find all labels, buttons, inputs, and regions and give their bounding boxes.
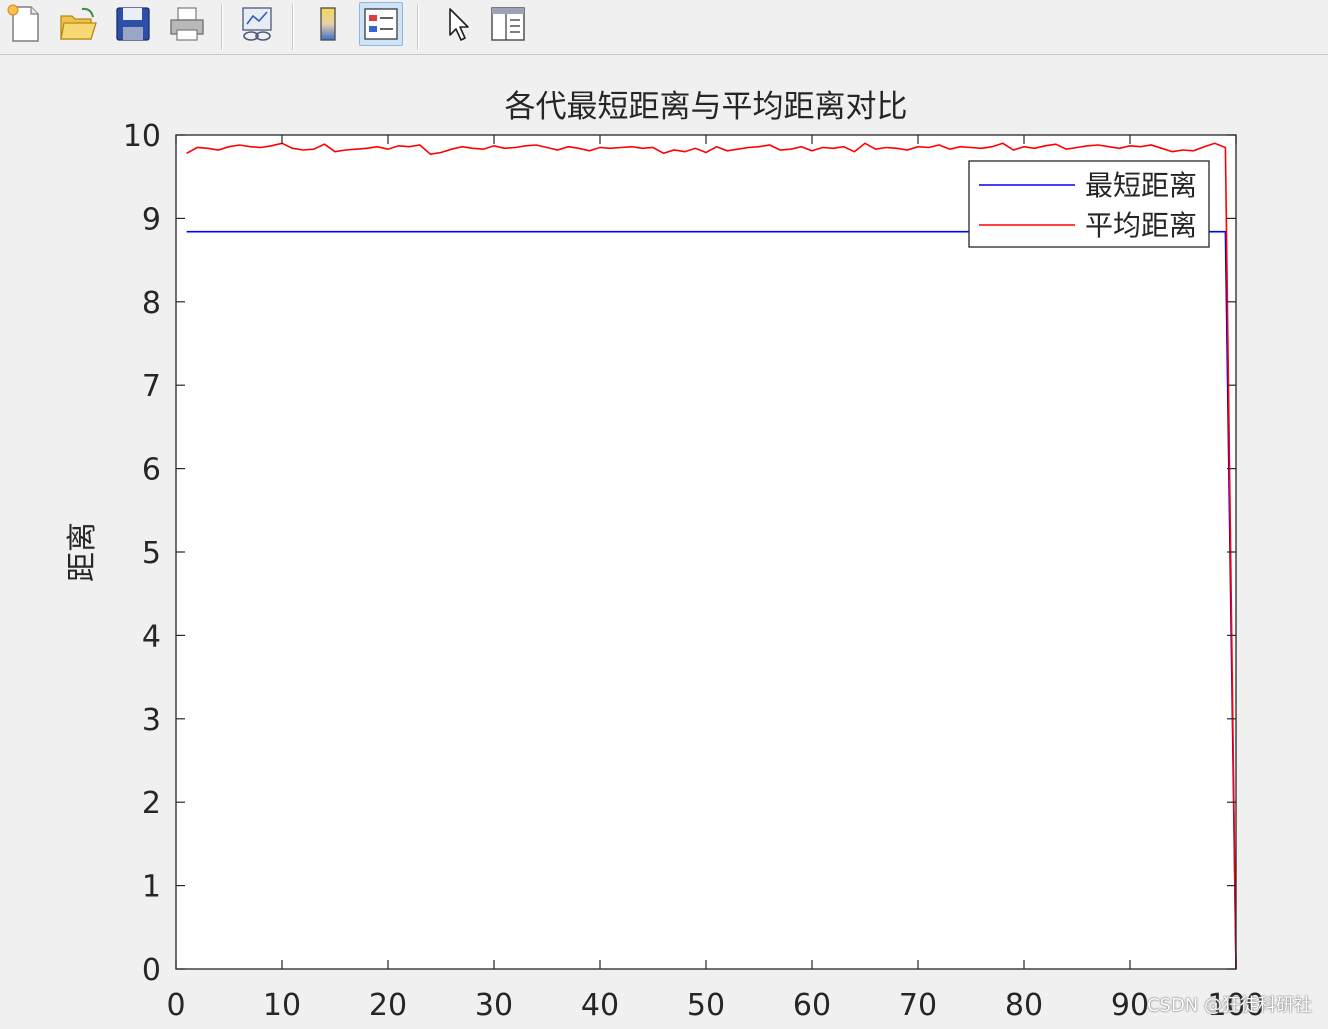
property-editor-button[interactable] xyxy=(486,2,530,46)
y-tick-label: 3 xyxy=(142,703,161,738)
property-editor-icon xyxy=(491,7,525,41)
toolbar-separator xyxy=(292,4,294,50)
link-plot-button[interactable] xyxy=(235,2,279,46)
toolbar-separator xyxy=(417,4,419,50)
y-tick-label: 9 xyxy=(142,202,161,237)
save-icon xyxy=(116,7,150,41)
x-tick-label: 80 xyxy=(1005,988,1043,1023)
y-tick-label: 1 xyxy=(142,870,161,905)
x-tick-label: 30 xyxy=(475,988,513,1023)
x-tick-label: 60 xyxy=(793,988,831,1023)
y-tick-label: 10 xyxy=(123,119,161,154)
save-button[interactable] xyxy=(111,2,155,46)
print-icon xyxy=(170,7,204,41)
y-tick-label: 7 xyxy=(142,369,161,404)
x-tick-label: 50 xyxy=(687,988,725,1023)
y-axis-label: 距离 xyxy=(65,522,100,582)
link-plot-icon xyxy=(242,7,272,41)
y-tick-label: 5 xyxy=(142,536,161,571)
open-file-button[interactable] xyxy=(56,2,100,46)
legend-label-shortest: 最短距离 xyxy=(1085,169,1197,202)
x-tick-label: 10 xyxy=(263,988,301,1023)
new-figure-button[interactable] xyxy=(2,2,46,46)
colorbar-icon xyxy=(320,7,336,41)
figure-toolbar xyxy=(0,0,1328,55)
legend-button[interactable] xyxy=(359,2,403,46)
plot-area xyxy=(176,135,1236,969)
edit-plot-button[interactable] xyxy=(434,2,478,46)
line-chart: 0 10 20 30 40 50 60 70 80 90 100012345678910 各代最短距… xyxy=(65,89,1265,1023)
x-tick-label: 20 xyxy=(369,988,407,1023)
edit-plot-icon xyxy=(449,8,469,41)
x-tick-label: 70 xyxy=(899,988,937,1023)
y-tick-label: 8 xyxy=(142,286,161,321)
x-tick-label: 40 xyxy=(581,988,619,1023)
y-tick-label: 2 xyxy=(142,786,161,821)
legend-label-average: 平均距离 xyxy=(1085,209,1197,242)
figure-area: 0 10 20 30 40 50 60 70 80 90 100 0 1 2 3 4 5 6 7 8 9 10 各代最短距… xyxy=(0,55,1328,1025)
legend[interactable]: 最短距离 平均距离 xyxy=(968,160,1210,248)
x-tick-label: 90 xyxy=(1111,988,1149,1023)
y-tick-label: 6 xyxy=(142,453,161,488)
toolbar-separator xyxy=(221,4,223,50)
new-figure-icon xyxy=(7,4,39,42)
legend-icon xyxy=(364,8,398,40)
x-tick-label: 0 xyxy=(166,988,185,1023)
open-file-icon xyxy=(60,7,97,40)
print-button[interactable] xyxy=(165,2,209,46)
y-tick-label: 4 xyxy=(142,619,161,654)
y-tick-label: 0 xyxy=(142,953,161,988)
colorbar-button[interactable] xyxy=(306,2,350,46)
watermark: CSDN @狂徒科研社 xyxy=(1146,995,1312,1016)
chart-title: 各代最短距离与平均距离对比 xyxy=(505,89,908,125)
